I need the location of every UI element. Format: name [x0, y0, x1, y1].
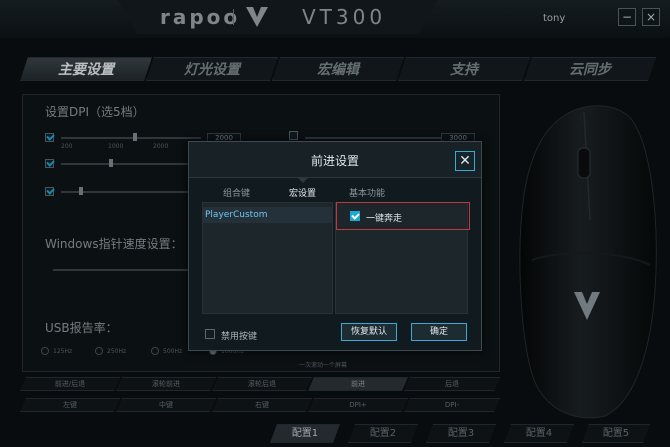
macro-list-item-label: PlayerCustom — [205, 210, 268, 220]
restore-default-button[interactable]: 恢复默认 — [341, 323, 397, 341]
ok-button[interactable]: 确定 — [411, 323, 467, 341]
tab-basic-functions[interactable]: 基本功能 — [349, 186, 385, 199]
macro-list-item[interactable]: PlayerCustom — [203, 207, 332, 223]
disable-button-checkbox[interactable] — [205, 329, 215, 339]
dialog-header: 前进设置 ✕ — [189, 142, 481, 178]
dialog-title: 前进设置 — [310, 154, 359, 168]
forward-settings-dialog: 前进设置 ✕ 组合键 宏设置 基本功能 PlayerCustom 一键奔走 禁用… — [188, 141, 482, 351]
disable-button-label: 禁用按键 — [221, 332, 258, 342]
tab-macro-settings[interactable]: 宏设置 — [289, 186, 316, 199]
function-list: 一键奔走 — [335, 202, 470, 314]
dialog-close-button[interactable]: ✕ — [455, 151, 475, 171]
tab-pointer-icon — [298, 178, 308, 183]
macro-list: PlayerCustom — [202, 202, 333, 314]
function-item-one-key-run[interactable]: 一键奔走 — [336, 202, 470, 230]
function-item-label: 一键奔走 — [366, 214, 403, 224]
function-checkbox[interactable] — [350, 211, 360, 221]
tab-key-combination[interactable]: 组合键 — [223, 186, 250, 199]
